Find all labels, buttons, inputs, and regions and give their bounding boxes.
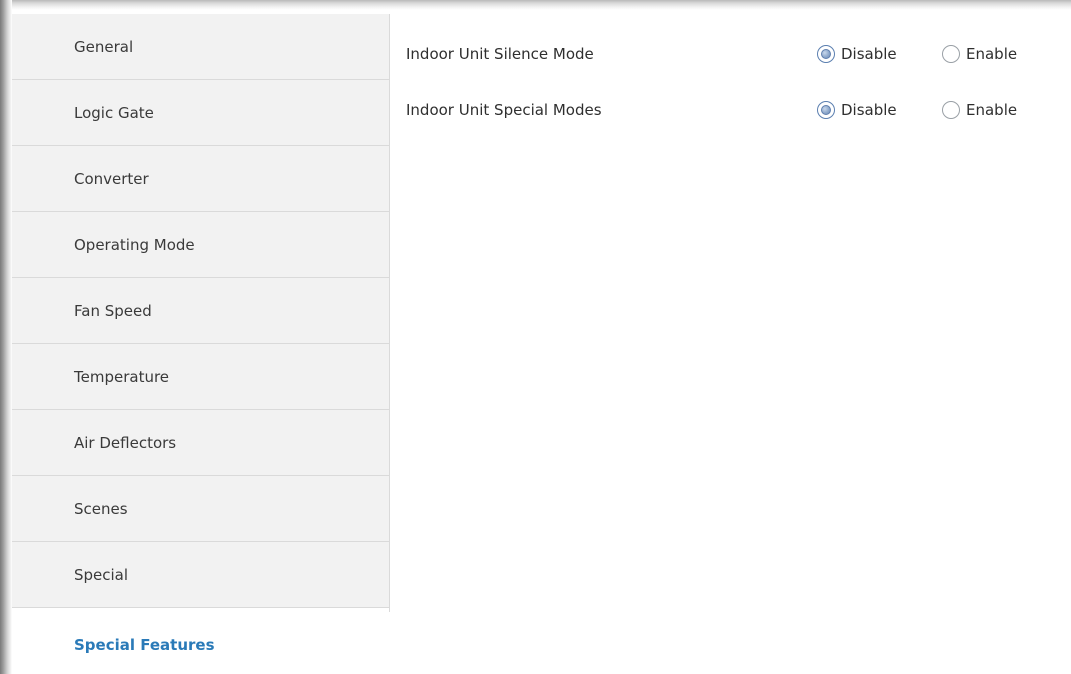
radio-label: Enable xyxy=(966,45,1018,63)
special-modes-disable-radio[interactable]: Disable xyxy=(817,101,897,119)
setting-row-silence-mode: Indoor Unit Silence Mode Disable Enable xyxy=(406,39,1056,69)
sidebar-item-label: General xyxy=(74,37,134,56)
sidebar-item-converter[interactable]: Converter xyxy=(12,146,389,212)
silence-mode-enable-radio[interactable]: Enable xyxy=(942,45,1017,63)
setting-row-special-modes: Indoor Unit Special Modes Disable Enable xyxy=(406,95,1056,125)
sidebar-item-label: Scenes xyxy=(74,499,128,518)
sidebar-nav: General Logic Gate Converter Operating M… xyxy=(12,14,389,674)
sidebar-item-temperature[interactable]: Temperature xyxy=(12,344,389,410)
radio-label: Disable xyxy=(841,45,897,63)
setting-label: Indoor Unit Silence Mode xyxy=(406,45,594,63)
settings-panel: Indoor Unit Silence Mode Disable Enable … xyxy=(390,14,1071,674)
setting-label: Indoor Unit Special Modes xyxy=(406,101,602,119)
radio-label: Disable xyxy=(841,101,897,119)
sidebar-item-logic-gate[interactable]: Logic Gate xyxy=(12,80,389,146)
sidebar-item-label: Fan Speed xyxy=(74,301,152,320)
parameter-window: General Logic Gate Converter Operating M… xyxy=(0,0,1071,674)
sidebar-item-label: Converter xyxy=(74,169,149,188)
sidebar-item-special[interactable]: Special xyxy=(12,542,389,608)
sidebar-item-label: Logic Gate xyxy=(74,103,154,122)
sidebar-item-scenes[interactable]: Scenes xyxy=(12,476,389,542)
sidebar-item-special-features[interactable]: Special Features xyxy=(12,612,389,674)
sidebar-item-label: Special Features xyxy=(74,636,215,654)
sidebar-item-air-deflectors[interactable]: Air Deflectors xyxy=(12,410,389,476)
radio-label: Enable xyxy=(966,101,1018,119)
sidebar-item-fan-speed[interactable]: Fan Speed xyxy=(12,278,389,344)
radio-unchecked-icon xyxy=(942,45,960,63)
radio-checked-icon xyxy=(817,45,835,63)
radio-checked-icon xyxy=(817,101,835,119)
special-modes-enable-radio[interactable]: Enable xyxy=(942,101,1017,119)
window-top-shadow xyxy=(0,0,1071,10)
window-left-shadow xyxy=(0,0,12,674)
sidebar-item-label: Special xyxy=(74,565,129,584)
radio-unchecked-icon xyxy=(942,101,960,119)
sidebar-item-general[interactable]: General xyxy=(12,14,389,80)
sidebar-item-label: Air Deflectors xyxy=(74,433,177,452)
sidebar-item-operating-mode[interactable]: Operating Mode xyxy=(12,212,389,278)
sidebar-item-label: Temperature xyxy=(74,367,170,386)
silence-mode-disable-radio[interactable]: Disable xyxy=(817,45,897,63)
sidebar-item-label: Operating Mode xyxy=(74,235,195,254)
